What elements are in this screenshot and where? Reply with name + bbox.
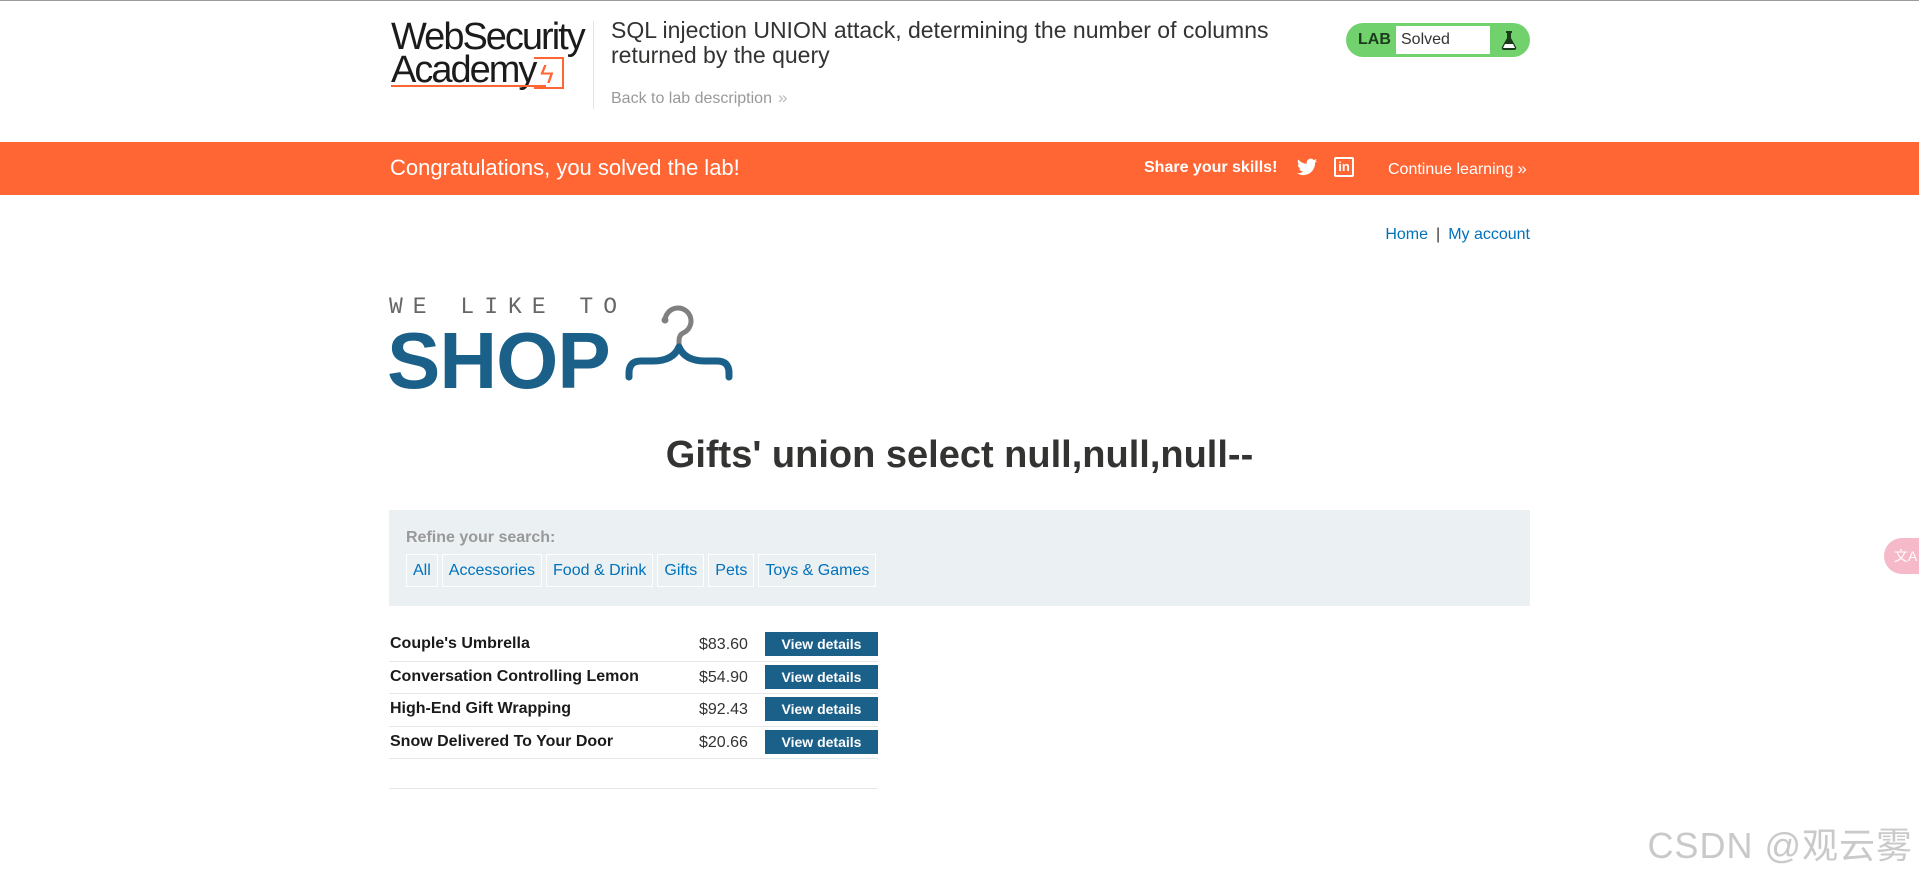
logo-underline [391, 85, 546, 87]
we-like-to-shop-logo: WE LIKE TO SHOP [387, 294, 749, 405]
web-security-academy-logo[interactable]: WebSecurity Academy ϟ [391, 18, 591, 97]
search-results-title: Gifts' union select null,null,null-- [665, 434, 1254, 476]
product-name: Conversation Controlling Lemon [390, 667, 639, 685]
filter-pets[interactable]: Pets [708, 554, 755, 587]
filter-all[interactable]: All [406, 554, 438, 587]
view-details-button[interactable]: View details [765, 697, 878, 721]
double-chevron-right-icon: » [777, 88, 788, 107]
linkedin-icon[interactable]: in [1334, 157, 1354, 177]
table-row: Snow Delivered To Your Door $20.66 View … [389, 727, 878, 759]
back-link-label: Back to lab description [611, 90, 772, 107]
double-chevron-right-icon: » [1517, 159, 1527, 178]
refine-search-label: Refine your search: [406, 529, 556, 546]
table-row: High-End Gift Wrapping $92.43 View detai… [389, 694, 878, 727]
shop-word: SHOP [387, 316, 611, 405]
nav-separator: | [1436, 226, 1441, 243]
product-table: Couple's Umbrella $83.60 View details Co… [389, 629, 878, 759]
congratulations-message: Congratulations, you solved the lab! [390, 155, 740, 180]
filter-panel: Refine your search: All Accessories Food… [389, 510, 1530, 606]
filter-accessories[interactable]: Accessories [441, 554, 543, 587]
hanger-icon [625, 305, 733, 381]
product-name: Snow Delivered To Your Door [390, 732, 614, 750]
lab-status-badge: LAB Solved [1346, 23, 1530, 57]
home-link[interactable]: Home [1385, 226, 1428, 243]
lab-status-value: Solved [1396, 26, 1490, 54]
watermark-text: CSDN @观云雾 [1647, 825, 1913, 866]
continue-learning-label: Continue learning [1388, 161, 1514, 178]
lab-status-label: LAB [1358, 31, 1391, 48]
filter-toys-games[interactable]: Toys & Games [758, 554, 877, 587]
table-row: Conversation Controlling Lemon $54.90 Vi… [389, 662, 878, 694]
table-row: Couple's Umbrella $83.60 View details [389, 629, 878, 662]
product-name: High-End Gift Wrapping [390, 700, 572, 717]
product-name: Couple's Umbrella [390, 635, 530, 652]
product-price: $54.90 [699, 668, 748, 686]
product-price: $20.66 [699, 733, 748, 751]
my-account-link[interactable]: My account [1448, 226, 1530, 243]
view-details-button[interactable]: View details [765, 632, 878, 656]
top-nav: Home | My account [1385, 226, 1530, 244]
category-filter-list: All Accessories Food & Drink Gifts Pets … [406, 554, 880, 587]
view-details-button[interactable]: View details [765, 729, 878, 754]
twitter-icon[interactable] [1296, 156, 1318, 178]
continue-learning-link[interactable]: Continue learning» [1388, 159, 1527, 179]
product-price: $92.43 [699, 701, 748, 718]
lab-title: SQL injection UNION attack, determining … [611, 17, 1269, 68]
view-details-button[interactable]: View details [765, 664, 878, 689]
share-skills-label: Share your skills! [1144, 159, 1278, 176]
translate-icon[interactable]: 文A [1884, 538, 1919, 574]
product-price: $83.60 [699, 636, 748, 653]
back-to-lab-description-link[interactable]: Back to lab description » [611, 88, 787, 108]
filter-gifts[interactable]: Gifts [657, 554, 705, 587]
header-divider [593, 21, 594, 109]
table-bottom-divider [389, 788, 878, 789]
solved-notification-banner: Congratulations, you solved the lab! Sha… [0, 142, 1919, 195]
flask-icon [1497, 28, 1521, 52]
lab-header: WebSecurity Academy ϟ SQL injection UNIO… [0, 1, 1919, 142]
filter-food-drink[interactable]: Food & Drink [546, 554, 654, 587]
